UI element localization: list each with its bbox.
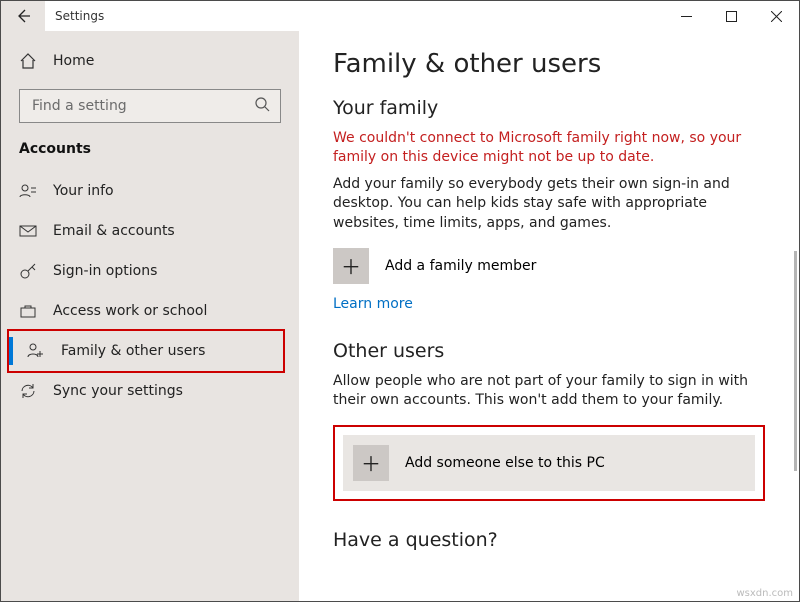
add-family-member-label: Add a family member <box>385 258 536 274</box>
sidebar-item-access-work-school[interactable]: Access work or school <box>1 291 299 331</box>
sync-icon <box>19 382 37 400</box>
highlight-box-main: ＋ Add someone else to this PC <box>333 425 765 501</box>
settings-window: Settings Home Ac <box>0 0 800 602</box>
page-heading: Family & other users <box>333 49 765 79</box>
sidebar-item-sync-settings[interactable]: Sync your settings <box>1 371 299 411</box>
search-icon <box>254 96 270 116</box>
sidebar-item-email-accounts[interactable]: Email & accounts <box>1 211 299 251</box>
have-a-question-heading: Have a question? <box>333 529 765 551</box>
family-error-text: We couldn't connect to Microsoft family … <box>333 129 765 167</box>
sidebar: Home Accounts Your info Email & acco <box>1 31 299 601</box>
family-description: Add your family so everybody gets their … <box>333 175 765 234</box>
minimize-button[interactable] <box>664 1 709 31</box>
sidebar-item-signin-options[interactable]: Sign-in options <box>1 251 299 291</box>
main-content: Family & other users Your family We coul… <box>299 31 799 601</box>
add-someone-else-button[interactable]: ＋ Add someone else to this PC <box>343 435 755 491</box>
titlebar: Settings <box>1 1 799 31</box>
learn-more-link[interactable]: Learn more <box>333 296 765 312</box>
add-family-member-button[interactable]: ＋ Add a family member <box>333 248 765 284</box>
person-card-icon <box>19 182 37 200</box>
plus-icon: ＋ <box>333 248 369 284</box>
highlight-box-sidebar: Family & other users <box>7 329 285 373</box>
add-someone-else-label: Add someone else to this PC <box>405 455 605 471</box>
briefcase-icon <box>19 302 37 320</box>
your-family-heading: Your family <box>333 97 765 119</box>
plus-icon: ＋ <box>353 445 389 481</box>
home-label: Home <box>53 53 94 69</box>
home-icon <box>19 52 37 70</box>
other-users-description: Allow people who are not part of your fa… <box>333 372 765 411</box>
back-arrow-icon <box>15 8 31 24</box>
mail-icon <box>19 222 37 240</box>
search-input[interactable] <box>30 97 254 115</box>
search-box[interactable] <box>19 89 281 123</box>
window-title: Settings <box>45 9 114 23</box>
maximize-button[interactable] <box>709 1 754 31</box>
sidebar-section-label: Accounts <box>1 141 299 157</box>
home-nav[interactable]: Home <box>1 41 299 81</box>
other-users-heading: Other users <box>333 340 765 362</box>
watermark: wsxdn.com <box>736 588 793 599</box>
key-icon <box>19 262 37 280</box>
family-icon <box>27 342 45 360</box>
back-button[interactable] <box>1 1 45 31</box>
close-button[interactable] <box>754 1 799 31</box>
scrollbar[interactable] <box>794 251 797 471</box>
sidebar-item-family-other-users[interactable]: Family & other users <box>9 331 275 371</box>
sidebar-item-your-info[interactable]: Your info <box>1 171 299 211</box>
